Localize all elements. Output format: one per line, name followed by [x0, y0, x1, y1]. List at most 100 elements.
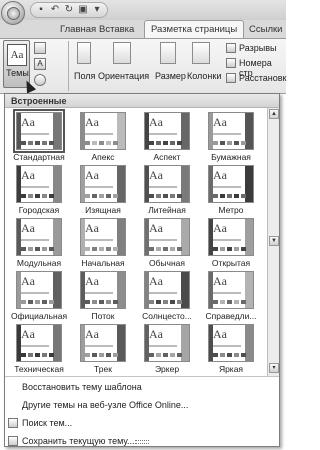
theme-accent-rail [181, 325, 189, 361]
theme-sample-text: Aa [149, 327, 163, 341]
theme-thumbnail: Aa [144, 271, 190, 309]
restore-template-theme-item[interactable]: Восстановить тему шаблона [5, 379, 279, 396]
theme-name: Яркая [218, 364, 244, 374]
theme-fonts-icon[interactable]: A [34, 58, 46, 70]
scroll-up-icon[interactable]: ▲ [269, 109, 279, 119]
theme-item[interactable]: Aa Метро [200, 163, 262, 216]
theme-item[interactable]: Aa Апекс [72, 110, 134, 163]
undo-icon[interactable]: ↶ [49, 4, 61, 16]
theme-sample-text: Aa [213, 168, 227, 182]
theme-accent-rail [53, 166, 61, 202]
theme-sample-text: Aa [21, 115, 35, 129]
tab-insert[interactable]: Вставка [99, 22, 134, 38]
theme-item[interactable]: Aa Солнцесто... [136, 269, 198, 322]
tab-home[interactable]: Главная [60, 22, 96, 38]
size-icon[interactable] [160, 42, 176, 64]
office-button[interactable] [1, 1, 25, 25]
search-themes-item[interactable]: Поиск тем... [5, 415, 279, 432]
theme-sample-text: Aa [21, 168, 35, 182]
qat-dropdown-icon[interactable]: ▾ [91, 4, 103, 16]
theme-thumbnail: Aa [16, 218, 62, 256]
theme-item[interactable]: Aa Эркер [136, 322, 198, 375]
theme-accent-rail [245, 113, 253, 149]
theme-item[interactable]: Aa Обычная [136, 216, 198, 269]
columns-icon[interactable] [192, 42, 210, 64]
theme-effects-icon[interactable] [34, 74, 46, 86]
theme-sample-text: Aa [149, 168, 163, 182]
tab-page-layout[interactable]: Разметка страницы [144, 20, 245, 39]
theme-name: Апекс [91, 152, 115, 162]
theme-name: Эркер [154, 364, 180, 374]
theme-color-swatches [149, 247, 182, 251]
theme-item[interactable]: Aa Изящная [72, 163, 134, 216]
size-button-label[interactable]: Размер [155, 71, 186, 81]
theme-sample-line [85, 133, 113, 135]
save-file-icon[interactable]: ▣ [77, 4, 89, 16]
theme-item[interactable]: Aa Литейная [136, 163, 198, 216]
theme-item[interactable]: Aa Поток [72, 269, 134, 322]
line-numbers-icon [226, 58, 236, 68]
gallery-menu: Восстановить тему шаблона Другие темы на… [5, 376, 279, 446]
theme-color-swatches [149, 194, 182, 198]
themes-icon: Aa [7, 44, 27, 66]
scroll-more-icon[interactable]: ▾ [269, 363, 279, 373]
theme-name: Городская [18, 205, 60, 215]
orientation-button-label[interactable]: Ориентация [98, 71, 149, 81]
theme-thumbnail: Aa [144, 218, 190, 256]
theme-item[interactable]: Aa Открытая [200, 216, 262, 269]
orientation-icon[interactable] [113, 42, 131, 64]
theme-item[interactable]: Aa Трек [72, 322, 134, 375]
menu-item-label: Поиск тем... [22, 418, 73, 428]
margins-button-label[interactable]: Поля [74, 71, 95, 81]
more-themes-online-item[interactable]: Другие темы на веб-узле Office Online... [5, 397, 279, 414]
theme-sample-line [149, 186, 177, 188]
save-icon[interactable]: ▪ [35, 4, 47, 16]
theme-color-swatches [21, 194, 54, 198]
columns-button-label[interactable]: Колонки [187, 71, 221, 81]
redo-icon[interactable]: ↻ [63, 4, 75, 16]
theme-item[interactable]: Aa Справедли... [200, 269, 262, 322]
margins-icon[interactable] [77, 42, 91, 64]
theme-sample-text: Aa [85, 168, 99, 182]
theme-item[interactable]: Aa Аспект [136, 110, 198, 163]
theme-item[interactable]: Aa Городская [8, 163, 70, 216]
theme-accent-rail [117, 219, 125, 255]
gallery-scrollbar[interactable]: ▲ ▼ ▾ [267, 108, 279, 376]
theme-thumbnail: Aa [80, 324, 126, 362]
theme-item[interactable]: Aa Техническая [8, 322, 70, 375]
theme-accent-rail [245, 166, 253, 202]
theme-sample-line [85, 345, 113, 347]
hyphenation-button[interactable]: Расстановк [239, 73, 286, 83]
menu-item-label: Восстановить тему шаблона [22, 382, 142, 392]
theme-item[interactable]: Aa Начальная [72, 216, 134, 269]
theme-sample-text: Aa [149, 274, 163, 288]
hyphenation-icon [226, 73, 236, 83]
breaks-button[interactable]: Разрывы [239, 43, 276, 53]
menu-item-label: Сохранить текущую тему... [22, 436, 135, 446]
tab-references[interactable]: Ссылки [249, 22, 282, 38]
theme-thumbnail: Aa [208, 218, 254, 256]
theme-item[interactable]: Aa Модульная [8, 216, 70, 269]
theme-item[interactable]: Aa Официальная [8, 269, 70, 322]
quick-access-toolbar: ▪ ↶ ↻ ▣ ▾ [30, 2, 108, 18]
theme-sample-line [213, 186, 241, 188]
theme-color-swatches [21, 247, 54, 251]
resize-grip[interactable] [135, 440, 149, 444]
office-logo-icon [7, 7, 20, 20]
theme-name: Бумажная [211, 152, 251, 162]
scroll-down-icon[interactable]: ▼ [269, 236, 279, 246]
theme-sample-text: Aa [85, 327, 99, 341]
theme-name: Начальная [81, 258, 125, 268]
theme-thumbnail: Aa [208, 112, 254, 150]
theme-color-swatches [149, 300, 182, 304]
theme-sample-line [21, 345, 49, 347]
theme-accent-rail [117, 166, 125, 202]
theme-thumbnail: Aa [208, 165, 254, 203]
theme-sample-text: Aa [85, 221, 99, 235]
theme-item[interactable]: Aa Бумажная [200, 110, 262, 163]
theme-colors-icon[interactable] [34, 42, 46, 54]
theme-thumbnail: Aa [80, 165, 126, 203]
theme-item[interactable]: Aa Стандартная [8, 109, 70, 163]
theme-thumbnail: Aa [208, 324, 254, 362]
theme-item[interactable]: Aa Яркая [200, 322, 262, 375]
